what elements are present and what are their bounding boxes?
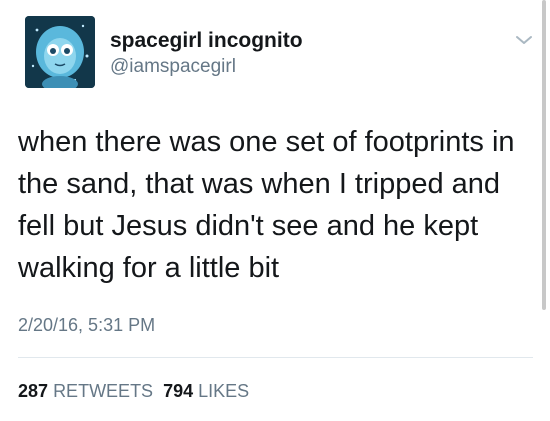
tweet-text: when there was one set of footprints in …: [18, 126, 515, 284]
tweet-stats: 287 RETWEETS 794 LIKES: [18, 381, 249, 402]
tweet-timestamp[interactable]: 2/20/16, 5:31 PM: [18, 315, 155, 336]
retweets-count: 287: [18, 381, 49, 401]
tweet-card: spacegirl incognito @iamspacegirl when t…: [0, 0, 550, 421]
user-handle[interactable]: @iamspacegirl: [110, 56, 236, 78]
avatar[interactable]: [25, 16, 95, 88]
scrollbar[interactable]: [542, 0, 546, 310]
chevron-down-icon[interactable]: [515, 33, 533, 45]
likes-label: LIKES: [198, 381, 250, 401]
divider: [18, 357, 533, 358]
display-name[interactable]: spacegirl incognito: [110, 29, 303, 53]
retweets-label: RETWEETS: [53, 381, 154, 401]
likes-count: 794: [163, 381, 194, 401]
retweets-stat[interactable]: 287 RETWEETS: [18, 381, 153, 401]
likes-stat[interactable]: 794 LIKES: [163, 381, 249, 401]
